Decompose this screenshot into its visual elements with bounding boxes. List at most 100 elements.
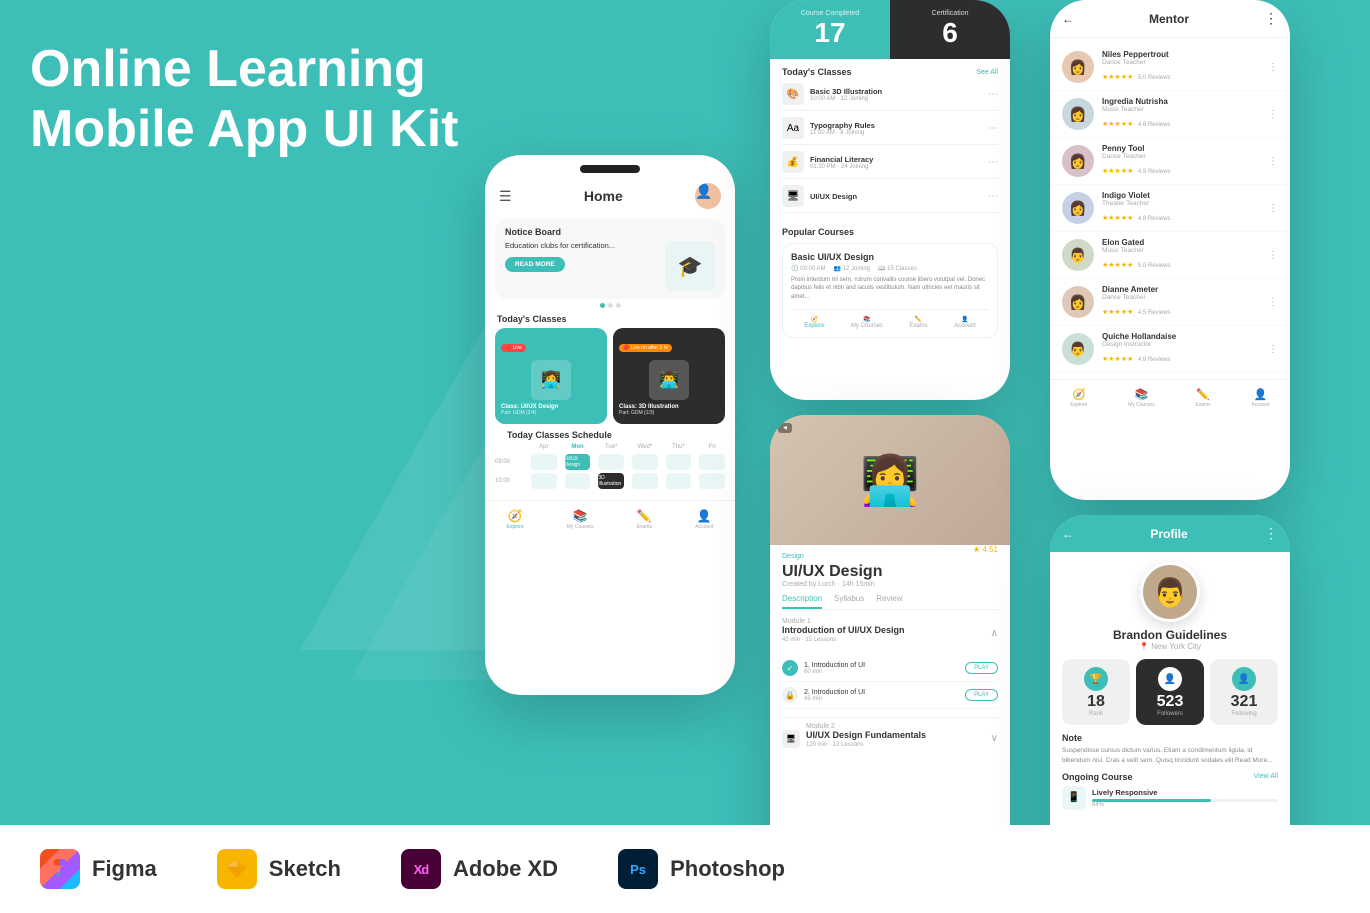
mentor-explore-label: Explore [1070,402,1087,408]
ps-label: Photoshop [670,856,785,882]
mentor-name-1: Niles Peppertrout [1102,50,1260,59]
class-item-3[interactable]: 💰 Financial Literacy 01:30 PM · 24 Joini… [782,151,998,179]
module-2-header[interactable]: 🖥 Module 2 UI/UX Design Fundamentals 120… [782,717,998,759]
profile-stat-rank: 🏆 18 Rank [1062,659,1130,725]
class-info-1: Basic 3D Illustration 10:00 AM · 12 Join… [810,87,982,102]
mentor-item-3[interactable]: 👩 Penny Tool Dance Teacher ★★★★★ 4.9 Rev… [1050,138,1290,185]
class-meta-d3: 01:30 PM · 24 Joining [810,164,982,170]
class-name-d2: Typography Rules [810,121,982,130]
tab-review[interactable]: Review [876,594,902,609]
mentor-more-4[interactable]: ⋮ [1268,203,1278,214]
mentor-info-6: Dianne Ameter Dance Teacher ★★★★★ 4.5 Re… [1102,285,1260,319]
dot-1[interactable] [600,303,605,308]
profile-back-arrow[interactable]: ← [1062,527,1074,541]
account-icon: 👤 [697,509,712,523]
play-button-1[interactable]: PLAY [965,662,998,674]
mentor-name-2: Ingredia Nutrisha [1102,97,1260,106]
more-options[interactable]: ⋮ [1264,10,1278,27]
more-icon-1[interactable]: ⋯ [988,89,998,100]
user-avatar[interactable]: 👤 [695,183,721,209]
see-all-link[interactable]: See All [976,69,998,76]
course-subtitle: Created by Lurch · 14h 15min [782,581,998,588]
ongoing-course-item[interactable]: 📱 Lively Responsive 64% [1062,786,1278,810]
mentor-more-2[interactable]: ⋮ [1268,109,1278,120]
pop-nav-account[interactable]: 👤Account [954,316,976,329]
live-class-card-1[interactable]: 🔴 Live 👩‍💻 Class: UI/UX Design Part: GDM… [495,328,607,424]
class-item-2[interactable]: Aa Typography Rules 11:00 AM · 8 Joining… [782,117,998,145]
mentor-more-6[interactable]: ⋮ [1268,297,1278,308]
read-more-button[interactable]: READ MORE [505,257,565,272]
slot-3d[interactable]: 3D Illustration [598,473,624,489]
mentor-more-5[interactable]: ⋮ [1268,250,1278,261]
mentor-more-7[interactable]: ⋮ [1268,344,1278,355]
mentor-stars-6: ★★★★★ [1102,309,1133,316]
lesson-2-name: 2. Introduction of UI [804,689,965,696]
tab-description[interactable]: Description [782,594,822,609]
class-item-1[interactable]: 🎨 Basic 3D Illustration 10:00 AM · 12 Jo… [782,83,998,111]
rank-num: 18 [1066,693,1126,711]
mentor-list: 👩 Niles Peppertrout Dance Teacher ★★★★★ … [1050,38,1290,379]
mentor-nav-exams[interactable]: ✏️ Exams [1196,388,1211,408]
lesson-1-dur: 60 min [804,669,965,675]
live-class-card-2[interactable]: 🔴 Live on after 2 hr 👨‍💻 Class: 3D Illus… [613,328,725,424]
slot-uiux[interactable]: UI/UX Design [565,454,591,470]
profile-name: Brandon Guidelines [1062,628,1278,642]
more-icon-3[interactable]: ⋯ [988,157,998,168]
mentor-more-3[interactable]: ⋮ [1268,156,1278,167]
nav-my-courses[interactable]: 📚 My Courses [567,509,594,530]
mentor-nav-explore[interactable]: 🧭 Explore [1070,388,1087,408]
more-icon-2[interactable]: ⋯ [988,123,998,134]
module-2-icon: 🖥 [782,730,800,748]
more-icon-4[interactable]: ⋯ [988,191,998,202]
back-arrow[interactable]: ← [1062,12,1074,26]
bottom-nav-home: 🧭 Explore 📚 My Courses ✏️ Exams 👤 Accoun… [485,500,735,534]
mentor-info-3: Penny Tool Dance Teacher ★★★★★ 4.9 Revie… [1102,144,1260,178]
pop-nav-explore[interactable]: 🧭Explore [804,316,824,329]
figma-icon [40,849,80,889]
nav-explore[interactable]: 🧭 Explore [507,509,524,530]
play-button-2[interactable]: PLAY [965,689,998,701]
course-hero-image: 👩‍💻 ◀ [770,415,1010,545]
lesson-2-icon: 🔒 [782,687,798,703]
mentor-item-5[interactable]: 👨 Elon Gated Music Teacher ★★★★★ 5.0 Rev… [1050,232,1290,279]
slot-empty-10 [699,473,725,489]
view-all-link[interactable]: View All [1254,773,1278,780]
pop-nav-exams[interactable]: ✏️Exams [909,316,927,329]
mentor-item-2[interactable]: 👩 Ingredia Nutrisha Music Teacher ★★★★★ … [1050,91,1290,138]
mentor-reviews-4: 4.8 Reviews [1138,216,1171,222]
module2-chevron: ∨ [991,733,998,744]
nav-account[interactable]: 👤 Account [695,509,713,530]
nav-exams[interactable]: ✏️ Exams [637,509,652,530]
mentor-item-4[interactable]: 👩 Indigo Violet Theater Teacher ★★★★★ 4.… [1050,185,1290,232]
mentor-item-7[interactable]: 👨 Quiche Hollandaise Design Instructor ★… [1050,326,1290,373]
mentor-item-6[interactable]: 👩 Dianne Ameter Dance Teacher ★★★★★ 4.5 … [1050,279,1290,326]
hamburger-icon[interactable]: ☰ [499,188,512,205]
mentor-more-1[interactable]: ⋮ [1268,62,1278,73]
class-icon-2: Aa [782,117,804,139]
explore-label: Explore [507,524,524,530]
tool-sketch: Sketch [217,849,341,889]
popular-course-card[interactable]: Basic UI/UX Design 🕘 09:00 AM 👥 12 Joini… [782,243,998,338]
profile-more[interactable]: ⋮ [1264,525,1278,542]
mentor-nav-courses[interactable]: 📚 My Courses [1128,388,1155,408]
slot-empty-4 [666,454,692,470]
lesson-2[interactable]: 🔒 2. Introduction of UI 45 min PLAY [782,682,998,709]
lesson-1[interactable]: ✓ 1. Introduction of UI 60 min PLAY [782,655,998,682]
pop-nav-courses[interactable]: 📚My Courses [851,316,883,329]
mentor-nav-account[interactable]: 👤 Account [1252,388,1270,408]
sketch-label: Sketch [269,856,341,882]
mentor-item-1[interactable]: 👩 Niles Peppertrout Dance Teacher ★★★★★ … [1050,44,1290,91]
sketch-icon [217,849,257,889]
tool-ps: Ps Photoshop [618,849,785,889]
mentor-bottom-nav: 🧭 Explore 📚 My Courses ✏️ Exams 👤 Accoun… [1050,379,1290,412]
dot-2[interactable] [608,303,613,308]
stat-cert-label: Certification [900,10,1000,17]
class-item-4[interactable]: 🖥 UI/UX Design ⋯ [782,185,998,213]
mentor-role-6: Dance Teacher [1102,294,1260,301]
meta-time: 🕘 09:00 AM [791,265,826,272]
mentor-role-2: Music Teacher [1102,106,1260,113]
tab-syllabus[interactable]: Syllabus [834,594,864,609]
today-classes-title: Today's Classes [485,312,735,328]
ongoing-name: Lively Responsive [1092,788,1278,797]
dot-3[interactable] [616,303,621,308]
